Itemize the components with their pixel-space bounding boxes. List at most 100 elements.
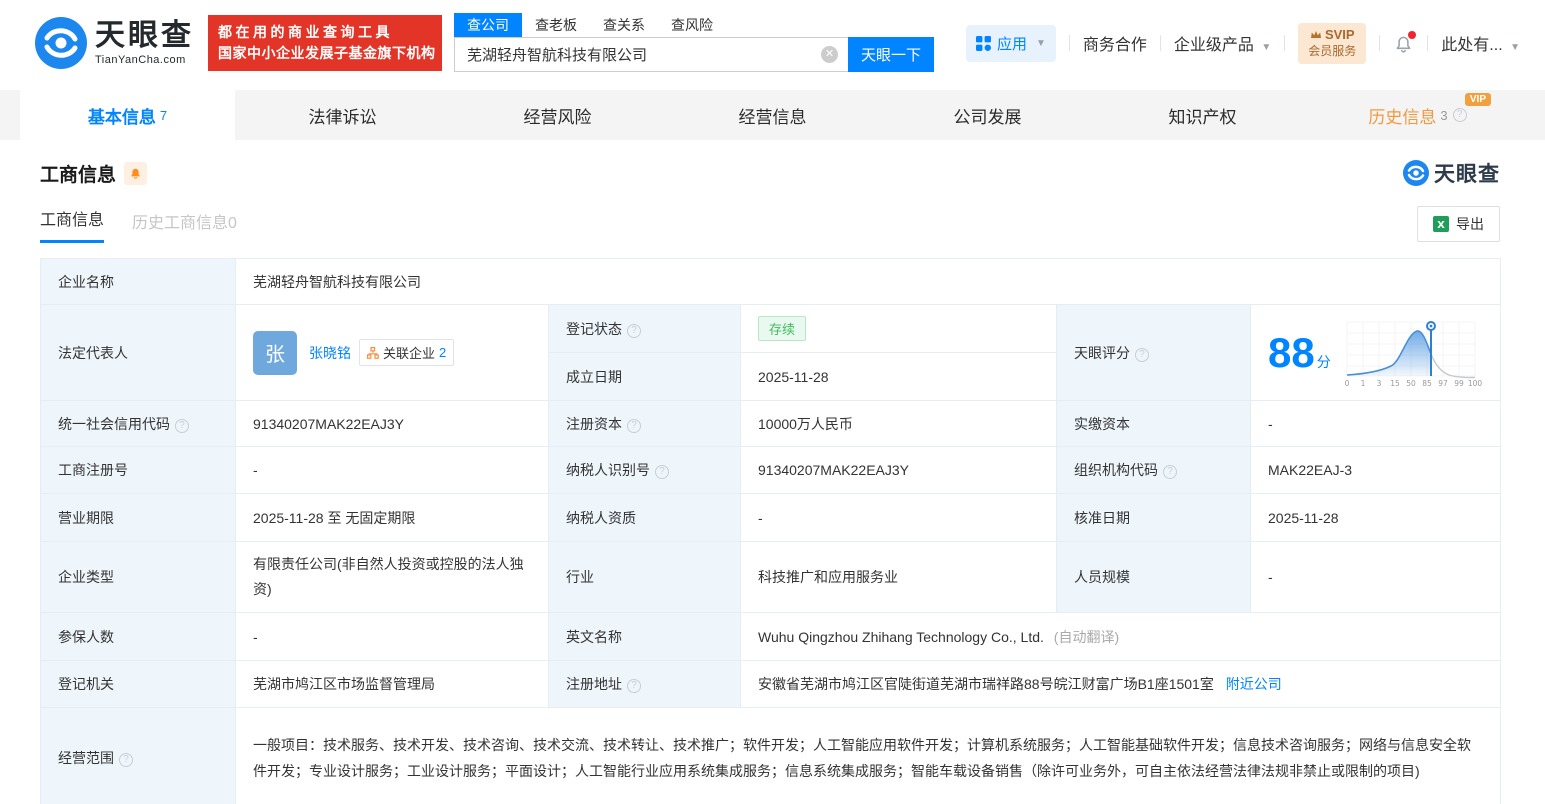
subtab-history-registration[interactable]: 历史工商信息0	[132, 209, 237, 243]
tab-operating-risk[interactable]: 经营风险	[450, 90, 665, 140]
search-area: 查公司 查老板 查关系 查风险 ✕ 天眼一下	[454, 13, 934, 72]
field-label-paid-capital: 实缴资本	[1056, 400, 1251, 447]
field-label-establish-date: 成立日期	[548, 352, 741, 401]
notification-bell-button[interactable]	[1393, 30, 1417, 54]
svg-text:15: 15	[1390, 379, 1400, 388]
score-distribution-chart: 0 1 3 15 50 85 97 99 100	[1344, 320, 1482, 388]
field-label-english-name: 英文名称	[548, 612, 741, 661]
tianyancha-logo[interactable]: 天眼查 TianYanCha.com	[35, 17, 194, 69]
help-icon[interactable]: ?	[627, 418, 641, 433]
help-icon[interactable]: ?	[175, 418, 189, 433]
chevron-down-icon: ▼	[1035, 37, 1046, 49]
svg-text:1: 1	[1360, 379, 1365, 388]
field-label-credit-code: 统一社会信用代码?	[40, 400, 236, 447]
divider	[1159, 35, 1161, 51]
apps-label: 应用	[996, 35, 1027, 53]
subtab-business-registration[interactable]: 工商信息	[40, 206, 105, 243]
field-value-industry: 科技推广和应用服务业	[740, 541, 1057, 613]
search-tabs: 查公司 查老板 查关系 查风险	[454, 13, 934, 37]
field-value-business-term: 2025-11-28 至 无固定期限	[235, 493, 549, 542]
bell-icon	[131, 168, 140, 179]
svg-text:50: 50	[1406, 379, 1416, 388]
monitor-bell-button[interactable]	[124, 161, 148, 185]
tab-intellectual-property[interactable]: 知识产权	[1095, 90, 1310, 140]
svg-text:99: 99	[1454, 379, 1464, 388]
promo-banner: 都在用的商业查询工具 国家中小企业发展子基金旗下机构	[208, 15, 442, 71]
field-value-english-name: Wuhu Qingzhou Zhihang Technology Co., Lt…	[739, 612, 1502, 661]
business-info-table: 企业名称 芜湖轻舟智航科技有限公司 法定代表人 张 张晓铭 关联企业 2 登记状…	[40, 258, 1502, 804]
divider	[1284, 35, 1286, 51]
tab-basic-info[interactable]: 基本信息 7	[20, 90, 235, 140]
apps-menu[interactable]: 应用 ▼	[965, 24, 1056, 62]
tab-label: 知识产权	[1168, 107, 1237, 127]
company-tabbar: 基本信息 7 法律诉讼 经营风险 经营信息 公司发展 知识产权 VIP 历史信息…	[0, 90, 1545, 140]
search-button[interactable]: 天眼一下	[848, 37, 934, 72]
svg-text:97: 97	[1438, 379, 1448, 388]
field-value-tyc-score: 88 分 0 1 3 15 50 85 97 99 100	[1249, 304, 1502, 401]
table-row: 经营范围? 一般项目：技术服务、技术开发、技术咨询、技术交流、技术转让、技术推广…	[40, 707, 1502, 804]
help-icon[interactable]: ?	[1452, 108, 1467, 122]
field-label-legal-rep: 法定代表人	[40, 304, 236, 401]
tab-count: 3	[1440, 107, 1448, 123]
field-value-company-type: 有限责任公司(非自然人投资或控股的法人独资)	[235, 541, 549, 613]
user-account-menu[interactable]: 此处有... ▼	[1441, 31, 1520, 55]
table-row: 统一社会信用代码? 91340207MAK22EAJ3Y 注册资本? 10000…	[40, 400, 1502, 447]
field-value-reg-number: -	[235, 446, 549, 494]
field-value-reg-status: 存续	[740, 304, 1057, 353]
excel-icon: X	[1433, 216, 1449, 232]
org-chart-icon	[367, 346, 379, 359]
field-label-reg-authority: 登记机关	[40, 660, 236, 708]
help-icon[interactable]: ?	[119, 752, 133, 767]
help-icon[interactable]: ?	[655, 465, 669, 479]
svg-text:X: X	[1437, 220, 1445, 231]
watermark-logo-text: 天眼查	[1434, 163, 1500, 186]
business-cooperation-link[interactable]: 商务合作	[1083, 31, 1147, 55]
field-label-business-term: 营业期限	[40, 493, 236, 542]
legal-rep-avatar[interactable]: 张	[253, 330, 297, 375]
search-tab-risk[interactable]: 查风险	[658, 13, 726, 37]
search-tab-boss[interactable]: 查老板	[522, 13, 590, 37]
field-value-legal-rep: 张 张晓铭 关联企业 2	[235, 304, 549, 401]
svip-label-bottom: 会员服务	[1308, 43, 1357, 58]
field-value-paid-capital: -	[1249, 400, 1502, 447]
field-label-org-code: 组织机构代码?	[1056, 446, 1251, 494]
tab-legal-litigation[interactable]: 法律诉讼	[235, 90, 450, 140]
divider	[1427, 35, 1429, 51]
help-icon[interactable]: ?	[627, 323, 641, 338]
field-value-reg-address: 安徽省芜湖市鸠江区官陡街道芜湖市瑞祥路88号皖江财富广场B1座1501室 附近公…	[739, 660, 1502, 708]
english-name-text: Wuhu Qingzhou Zhihang Technology Co., Lt…	[758, 628, 1044, 645]
username: 此处有...	[1441, 37, 1503, 54]
search-input[interactable]	[454, 37, 848, 72]
field-value-establish-date: 2025-11-28	[740, 352, 1057, 401]
help-icon[interactable]: ?	[1135, 347, 1149, 362]
nearby-companies-link[interactable]: 附近公司	[1226, 676, 1282, 692]
tab-count: 7	[159, 107, 168, 123]
logo-text-en: TianYanCha.com	[95, 53, 186, 66]
table-row: 登记机关 芜湖市鸠江区市场监督管理局 注册地址? 安徽省芜湖市鸠江区官陡街道芜湖…	[40, 660, 1502, 708]
field-label-reg-status: 登记状态?	[548, 304, 741, 353]
field-value-approval-date: 2025-11-28	[1249, 493, 1502, 542]
search-tab-relation[interactable]: 查关系	[590, 13, 658, 37]
legal-rep-name-link[interactable]: 张晓铭	[309, 343, 351, 363]
tab-company-development[interactable]: 公司发展	[880, 90, 1095, 140]
tab-business-info[interactable]: 经营信息	[665, 90, 880, 140]
clear-search-icon[interactable]: ✕	[821, 46, 838, 63]
svg-text:85: 85	[1422, 379, 1432, 388]
related-companies-badge[interactable]: 关联企业 2	[359, 339, 455, 366]
section-header: 工商信息 天眼查	[40, 158, 1500, 188]
field-label-reg-capital: 注册资本?	[548, 400, 741, 447]
help-icon[interactable]: ?	[1163, 465, 1177, 479]
field-label-business-scope: 经营范围?	[40, 707, 236, 804]
svip-member-button[interactable]: SVIP 会员服务	[1298, 22, 1367, 64]
table-row: 营业期限 2025-11-28 至 无固定期限 纳税人资质 - 核准日期 202…	[40, 493, 1502, 542]
svip-label-top: SVIP	[1324, 26, 1355, 42]
tab-history-info[interactable]: VIP 历史信息 3 ?	[1310, 90, 1525, 140]
divider	[1068, 35, 1070, 51]
table-row: 参保人数 - 英文名称 Wuhu Qingzhou Zhihang Techno…	[40, 612, 1502, 661]
related-companies-count: 2	[439, 345, 447, 360]
search-tab-company[interactable]: 查公司	[454, 13, 522, 37]
enterprise-products-menu[interactable]: 企业级产品 ▼	[1174, 31, 1271, 55]
help-icon[interactable]: ?	[627, 679, 641, 693]
export-button[interactable]: X 导出	[1417, 206, 1500, 242]
table-row: 工商注册号 - 纳税人识别号? 91340207MAK22EAJ3Y 组织机构代…	[40, 446, 1502, 494]
